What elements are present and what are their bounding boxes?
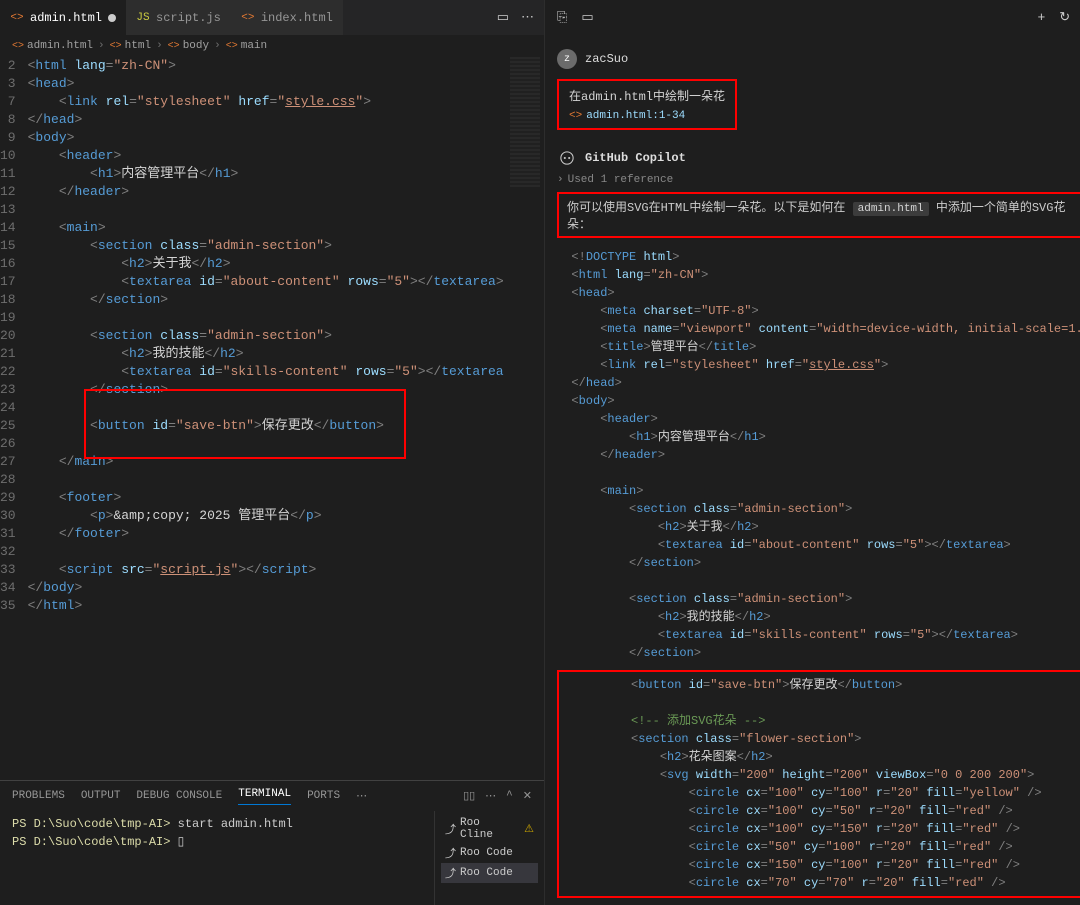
terminal-list-item[interactable]: ⤴ Roo Cline ⚠ xyxy=(441,815,538,843)
terminal-list-item[interactable]: ⤴ Roo Code xyxy=(441,863,538,883)
breadcrumb-item[interactable]: <> html xyxy=(110,40,151,52)
used-reference[interactable]: ›Used 1 reference xyxy=(557,174,1080,186)
chat-pane: ⎘ ▭ + ↻ ⋯ z zacSuo 在admin.html中绘制一朵花 <> … xyxy=(545,0,1080,905)
editor-tab[interactable]: <> admin.html xyxy=(0,0,126,35)
editor-tab[interactable]: <> index.html xyxy=(231,0,343,35)
bot-avatar xyxy=(557,148,577,168)
new-file-icon[interactable]: ⎘ xyxy=(557,10,567,25)
editor-pane: <>admin.htmlJSscript.js<>index.html ▭ ⋯ … xyxy=(0,0,545,905)
panel-tab-ports[interactable]: PORTS xyxy=(307,790,340,802)
bot-name: GitHub Copilot xyxy=(585,151,686,165)
code-content[interactable]: <html lang="zh-CN"> <head> <link rel="st… xyxy=(28,57,544,780)
bottom-panel: PROBLEMS OUTPUT DEBUG CONSOLE TERMINAL PORTS… xyxy=(0,780,544,905)
add-icon[interactable]: + xyxy=(1037,10,1045,25)
breadcrumbs[interactable]: <> admin.html›<> html›<> body›<> main xyxy=(0,35,544,57)
breadcrumb-item[interactable]: <> main xyxy=(226,40,267,52)
chat-code-block[interactable]: <!DOCTYPE html> <html lang="zh-CN"> <hea… xyxy=(557,248,1080,662)
terminal-list: ⤴ Roo Cline ⚠⤴ Roo Code⤴ Roo Code xyxy=(434,811,544,905)
panel-actions: ▯▯ ⋯ ^ ✕ xyxy=(463,789,532,803)
more-icon[interactable]: ⋯ xyxy=(485,789,496,803)
file-reference[interactable]: <> admin.html:1-34 xyxy=(569,110,725,122)
terminal[interactable]: PS D:\Suo\code\tmp-AI> start admin.html … xyxy=(0,811,434,905)
terminal-prompt: PS D:\Suo\code\tmp-AI> xyxy=(12,835,170,849)
user-message-box: 在admin.html中绘制一朵花 <> admin.html:1-34 xyxy=(557,79,737,130)
rocket-icon: ⤴ xyxy=(445,865,456,881)
split-editor-icon[interactable]: ▭ xyxy=(497,10,509,25)
html-icon: <> xyxy=(241,11,255,25)
code-editor[interactable]: 2378910111213141516171819202122232425262… xyxy=(0,57,544,780)
panel-tab-debug-console[interactable]: DEBUG CONSOLE xyxy=(136,790,222,802)
terminal-cursor: ▯ xyxy=(178,835,185,849)
layout-icon[interactable]: ▭ xyxy=(581,10,593,25)
rocket-icon: ⤴ xyxy=(445,821,456,837)
js-icon: JS xyxy=(136,11,150,25)
bot-message: 你可以使用SVG在HTML中绘制一朵花。以下是如何在 admin.html 中添… xyxy=(557,192,1080,238)
modified-dot-icon xyxy=(108,14,116,22)
user-avatar: z xyxy=(557,49,577,69)
breadcrumb-item[interactable]: <> admin.html xyxy=(12,40,93,52)
tab-label: admin.html xyxy=(30,11,102,25)
terminal-prompt: PS D:\Suo\code\tmp-AI> xyxy=(12,817,170,831)
panel-tab-problems[interactable]: PROBLEMS xyxy=(12,790,65,802)
line-gutter: 2378910111213141516171819202122232425262… xyxy=(0,57,28,780)
chevron-up-icon[interactable]: ^ xyxy=(506,790,513,802)
history-icon[interactable]: ↻ xyxy=(1059,10,1070,25)
tab-actions: ▭ ⋯ xyxy=(497,10,544,25)
chat-header: ⎘ ▭ + ↻ ⋯ xyxy=(545,0,1080,35)
minimap[interactable] xyxy=(510,57,540,187)
code-chip: admin.html xyxy=(853,202,929,216)
split-terminal-icon[interactable]: ▯▯ xyxy=(463,789,475,803)
tab-label: script.js xyxy=(156,11,221,25)
close-icon[interactable]: ✕ xyxy=(523,789,532,803)
chat-code-highlighted: <button id="save-btn">保存更改</button> <!--… xyxy=(559,672,1080,896)
warning-icon: ⚠ xyxy=(524,822,534,836)
tab-label: index.html xyxy=(261,11,333,25)
terminal-list-item[interactable]: ⤴ Roo Code xyxy=(441,843,538,863)
editor-tab[interactable]: JS script.js xyxy=(126,0,231,35)
chat-body: z zacSuo 在admin.html中绘制一朵花 <> admin.html… xyxy=(545,35,1080,905)
breadcrumb-item[interactable]: <> body xyxy=(168,40,209,52)
more-icon[interactable]: ⋯ xyxy=(521,10,534,25)
user-message: 在admin.html中绘制一朵花 xyxy=(569,87,725,104)
terminal-command: start admin.html xyxy=(178,817,293,831)
overflow-icon[interactable]: ⋯ xyxy=(356,789,367,803)
annotation-box: <button id="save-btn">保存更改</button> <!--… xyxy=(557,670,1080,898)
html-icon: <> xyxy=(569,110,582,122)
rocket-icon: ⤴ xyxy=(445,845,456,861)
user-name: zacSuo xyxy=(585,52,628,66)
html-icon: <> xyxy=(10,11,24,25)
panel-tab-output[interactable]: OUTPUT xyxy=(81,790,121,802)
panel-tab-terminal[interactable]: TERMINAL xyxy=(238,788,291,805)
panel-tabs: PROBLEMS OUTPUT DEBUG CONSOLE TERMINAL PORTS… xyxy=(0,781,544,811)
editor-tab-bar: <> admin.html JS script.js <> index.html ▭ ⋯ xyxy=(0,0,544,35)
